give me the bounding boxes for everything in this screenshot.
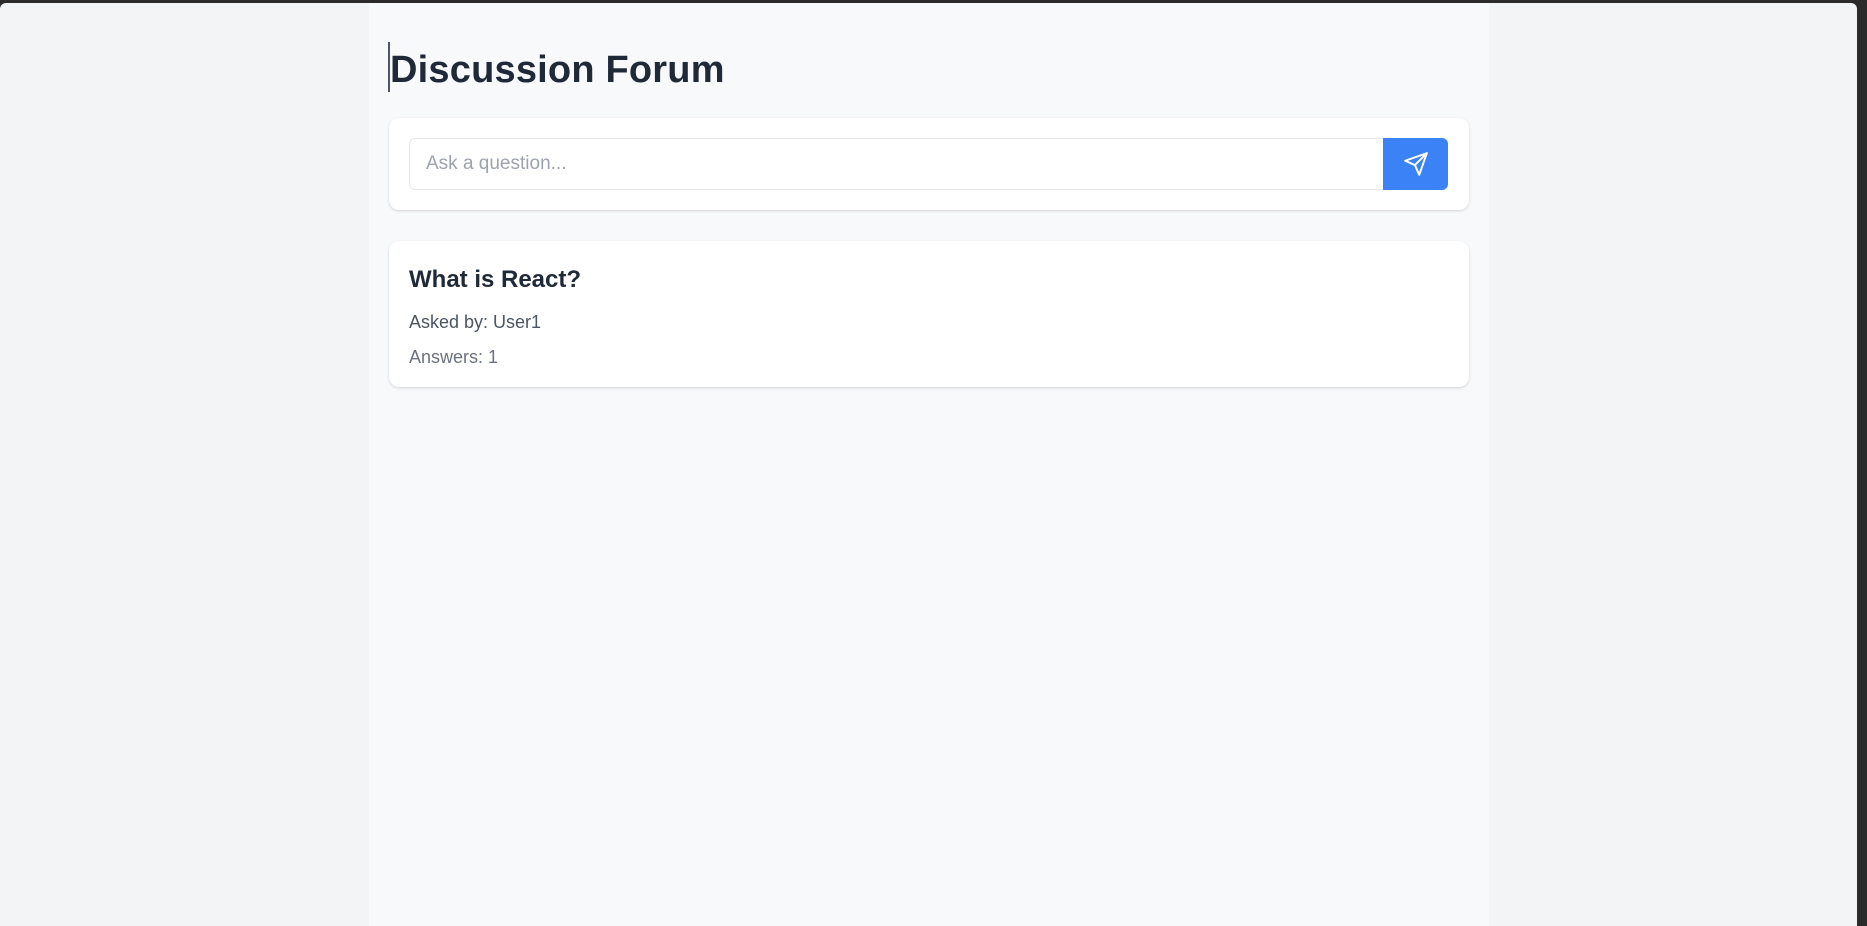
question-card[interactable]: What is React? Asked by: User1 Answers: … (389, 241, 1469, 387)
send-icon (1403, 152, 1428, 176)
browser-viewport: Discussion Forum What is React? Asked by… (0, 3, 1857, 926)
question-author: Asked by: User1 (409, 312, 542, 332)
ask-question-card (389, 118, 1469, 210)
ask-question-input[interactable] (409, 138, 1383, 190)
page-title: Discussion Forum (390, 49, 725, 91)
submit-question-button[interactable] (1383, 138, 1448, 190)
question-title[interactable]: What is React? (409, 265, 581, 295)
question-answer-count: Answers: 1 (409, 347, 499, 367)
